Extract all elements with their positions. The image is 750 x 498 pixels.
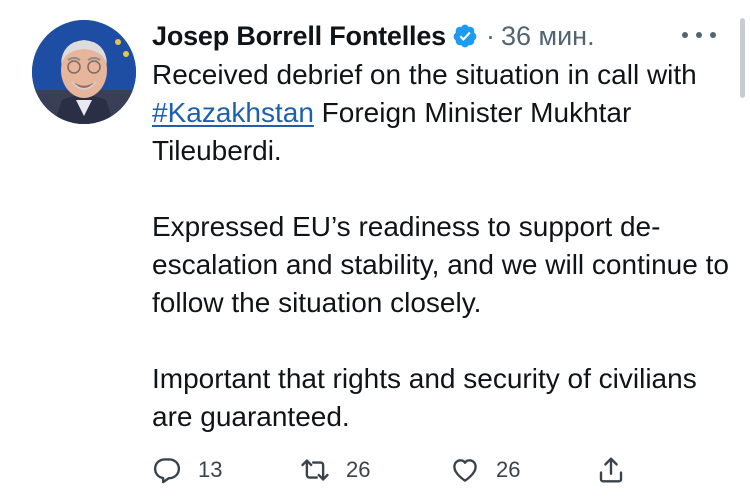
heart-icon	[450, 455, 480, 485]
tweet-timestamp[interactable]: 36 мин.	[501, 21, 595, 52]
tweet-paragraph-2: Expressed EU’s readiness to support de-e…	[152, 211, 729, 318]
verified-badge-icon	[452, 23, 478, 49]
author-avatar[interactable]	[32, 20, 136, 124]
author-name[interactable]: Josep Borrell Fontelles	[152, 21, 446, 52]
tweet-text-segment: Received debrief on the situation in cal…	[152, 59, 697, 90]
retweet-count: 26	[346, 457, 371, 482]
tweet-paragraph-1: Received debrief on the situation in cal…	[152, 56, 732, 170]
share-icon	[596, 455, 626, 485]
more-dot	[696, 32, 702, 38]
tweet-actions: 13 26 26	[152, 452, 632, 488]
tweet-paragraph-3: Important that rights and security of ci…	[152, 363, 697, 432]
avatar-photo	[32, 20, 136, 124]
more-options-icon[interactable]	[682, 26, 716, 44]
like-button[interactable]: 26	[450, 452, 520, 488]
tweet-header: Josep Borrell Fontelles · 36 мин.	[152, 18, 595, 54]
header-separator: ·	[485, 20, 495, 51]
share-button[interactable]	[596, 452, 626, 488]
scrollbar[interactable]	[740, 18, 745, 98]
more-dot	[710, 32, 716, 38]
hashtag-link[interactable]: #Kazakhstan	[152, 97, 314, 128]
tweet-card[interactable]: Josep Borrell Fontelles · 36 мин. Receiv…	[0, 0, 750, 498]
more-dot	[682, 32, 688, 38]
reply-icon	[152, 455, 182, 485]
retweet-button[interactable]: 26	[300, 452, 370, 488]
tweet-text: Received debrief on the situation in cal…	[152, 56, 732, 436]
reply-button[interactable]: 13	[152, 452, 222, 488]
retweet-icon	[300, 455, 330, 485]
reply-count: 13	[198, 457, 223, 482]
like-count: 26	[496, 457, 521, 482]
